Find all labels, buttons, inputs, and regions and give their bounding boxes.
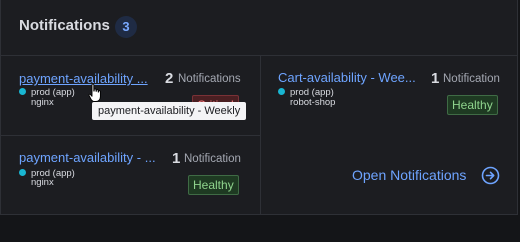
- count-badge: 3: [115, 16, 137, 38]
- notification-count-label: Notification: [184, 153, 241, 165]
- notification-count: 1: [431, 70, 440, 87]
- card-name-link[interactable]: Cart-availability - Wee...: [278, 70, 425, 85]
- column-divider: [260, 56, 261, 214]
- open-notifications-link[interactable]: Open Notifications: [352, 167, 466, 183]
- panel-title: Notifications: [19, 17, 110, 34]
- row-divider: [1, 135, 260, 136]
- env-dot-icon: [19, 169, 26, 176]
- panel-header: Notifications 3: [1, 0, 517, 56]
- service-label: nginx: [31, 97, 54, 108]
- notification-count: 1: [172, 150, 181, 167]
- status-badge: Healthy: [447, 95, 498, 115]
- hand-cursor-icon: [88, 83, 101, 102]
- notification-count-label: Notifications: [178, 73, 241, 85]
- notifications-panel: Notifications 3 payment-availability ...…: [0, 0, 518, 215]
- env-dot-icon: [278, 88, 285, 95]
- notification-count: 2: [165, 70, 174, 87]
- env-dot-icon: [19, 88, 26, 95]
- service-label: robot-shop: [290, 97, 336, 108]
- arrow-right-circle-icon[interactable]: [481, 166, 500, 185]
- notification-count-label: Notification: [443, 73, 500, 85]
- card-name-link[interactable]: payment-availability - ...: [19, 150, 165, 165]
- status-badge: Healthy: [188, 175, 239, 195]
- service-label: nginx: [31, 177, 54, 188]
- card-name-tooltip: payment-availability - Weekly: [92, 102, 247, 120]
